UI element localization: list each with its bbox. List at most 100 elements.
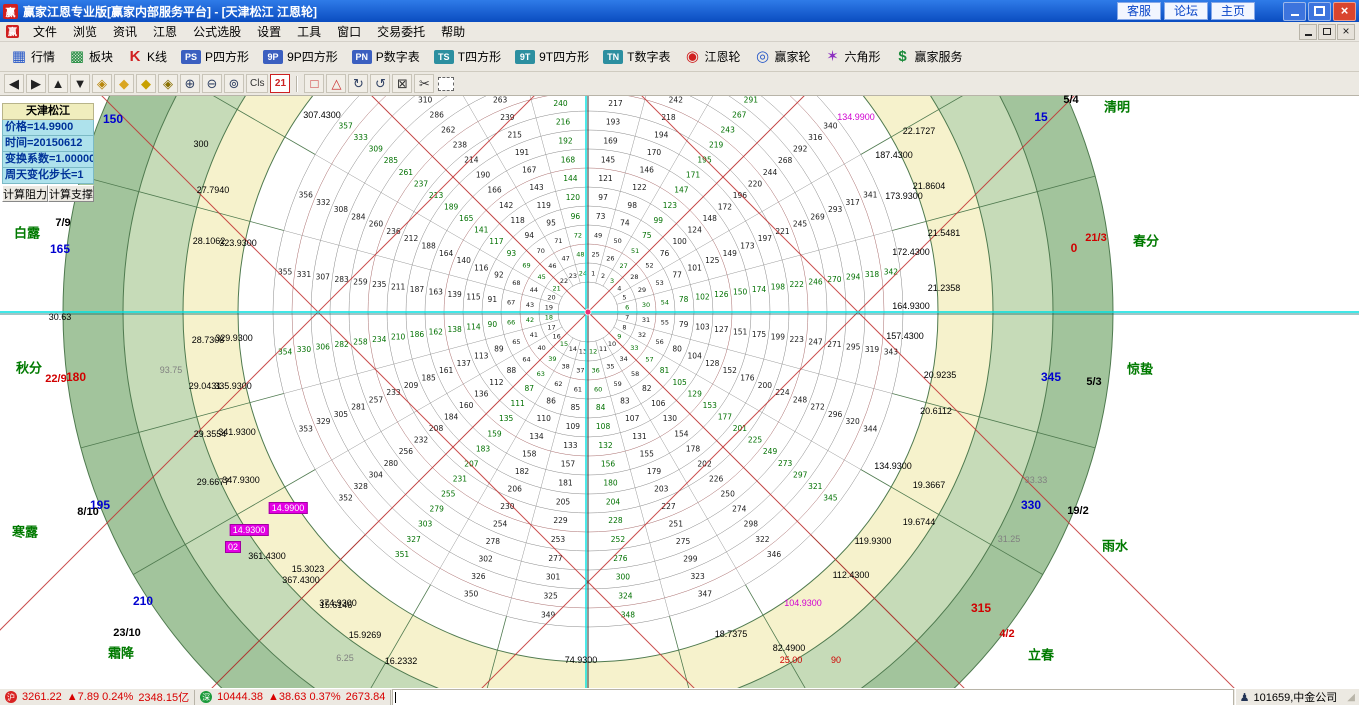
svg-text:67: 67 — [507, 298, 515, 306]
tool-zoom-out[interactable]: ⊖ — [202, 74, 222, 93]
menu-item-1[interactable]: 文件 — [25, 21, 65, 42]
svg-text:68: 68 — [512, 279, 520, 287]
minimize-button[interactable] — [1283, 2, 1306, 21]
sectors-icon: ▩ — [69, 49, 85, 65]
shanghai-index-volume: 2348.15亿 — [138, 689, 189, 705]
svg-text:78: 78 — [679, 295, 689, 304]
resize-grip-icon[interactable]: ◢ — [1347, 692, 1355, 703]
forum-button[interactable]: 论坛 — [1164, 2, 1208, 20]
menu-item-9[interactable]: 交易委托 — [369, 21, 433, 42]
svg-text:142: 142 — [499, 201, 514, 210]
restore-button[interactable] — [1308, 2, 1331, 21]
toolbar-item-t-table[interactable]: TNT数字表 — [596, 44, 677, 69]
toolbar-item-9p-square[interactable]: 9P9P四方形 — [256, 44, 345, 69]
menu-item-4[interactable]: 江恩 — [145, 21, 185, 42]
mdi-restore-button[interactable] — [1318, 24, 1336, 40]
svg-text:116: 116 — [474, 263, 489, 272]
svg-text:125: 125 — [705, 256, 720, 265]
svg-text:298: 298 — [744, 520, 759, 529]
svg-text:1: 1 — [591, 269, 595, 277]
tool-diamond-2[interactable]: ◆ — [114, 74, 134, 93]
toolbar-item-sectors[interactable]: ▩板块 — [62, 44, 120, 69]
svg-text:253: 253 — [551, 535, 566, 544]
toolbar-item-winner-service[interactable]: $赢家服务 — [888, 44, 970, 69]
status-command-input[interactable] — [392, 689, 1233, 705]
menu-item-5[interactable]: 公式选股 — [185, 21, 249, 42]
svg-text:348: 348 — [621, 610, 636, 619]
svg-text:246: 246 — [808, 278, 823, 287]
svg-text:327: 327 — [406, 535, 421, 544]
menu-item-2[interactable]: 浏览 — [65, 21, 105, 42]
svg-text:352: 352 — [338, 493, 353, 502]
mdi-minimize-button[interactable] — [1299, 24, 1317, 40]
toolbar-item-quotes[interactable]: ▦行情 — [4, 44, 62, 69]
winner-service-icon: $ — [895, 49, 911, 65]
tool-rotate-cw[interactable]: ↻ — [348, 74, 368, 93]
tool-zoom-reset[interactable]: ⊚ — [224, 74, 244, 93]
svg-text:328: 328 — [354, 482, 369, 491]
tool-calendar-21[interactable]: 21 — [270, 74, 290, 93]
menu-item-7[interactable]: 工具 — [289, 21, 329, 42]
svg-text:79: 79 — [679, 320, 689, 329]
svg-text:259: 259 — [353, 278, 368, 287]
close-button[interactable] — [1333, 2, 1356, 21]
svg-text:215: 215 — [508, 131, 523, 140]
svg-text:321: 321 — [808, 482, 823, 491]
toolbar-item-winner-wheel[interactable]: ◎赢家轮 — [747, 44, 817, 69]
svg-text:346: 346 — [767, 550, 782, 559]
toolbar-item-t-square[interactable]: TST四方形 — [427, 44, 508, 69]
svg-text:93: 93 — [507, 249, 517, 258]
tool-back[interactable]: ◀ — [4, 74, 24, 93]
svg-text:267: 267 — [732, 110, 747, 119]
mdi-close-button[interactable] — [1337, 24, 1355, 40]
gann-wheel-icon: ◉ — [684, 49, 700, 65]
toolbar-item-kline[interactable]: KK线 — [120, 44, 174, 69]
svg-text:62: 62 — [554, 380, 562, 388]
svg-text:345: 345 — [823, 493, 838, 502]
tool-pointer[interactable]: ▲ — [48, 74, 68, 93]
menu-item-3[interactable]: 资讯 — [105, 21, 145, 42]
tool-cls[interactable]: Cls — [246, 74, 268, 93]
toolbar-item-gann-wheel[interactable]: ◉江恩轮 — [677, 44, 747, 69]
tool-diamond-1[interactable]: ◈ — [92, 74, 112, 93]
calc-support-button[interactable]: 计算支撑 — [48, 185, 94, 202]
toolbar-item-p-table[interactable]: PNP数字表 — [345, 44, 427, 69]
homepage-button[interactable]: 主页 — [1211, 2, 1255, 20]
tool-rect-tool[interactable]: □ — [304, 74, 324, 93]
toolbar-item-9t-square[interactable]: 9T9T四方形 — [508, 44, 596, 69]
tool-diamond-3[interactable]: ◆ — [136, 74, 156, 93]
toolbar-label: T数字表 — [627, 48, 670, 65]
svg-text:193: 193 — [606, 118, 621, 127]
tool-delete-box[interactable]: ⊠ — [392, 74, 412, 93]
tool-diamond-4[interactable]: ◈ — [158, 74, 178, 93]
calc-resistance-button[interactable]: 计算阻力 — [2, 185, 48, 202]
menu-item-10[interactable]: 帮助 — [433, 21, 473, 42]
customer-service-button[interactable]: 客服 — [1117, 2, 1161, 20]
svg-text:189: 189 — [444, 202, 459, 211]
tool-selection[interactable] — [438, 77, 454, 91]
menu-item-8[interactable]: 窗口 — [329, 21, 369, 42]
tool-forward[interactable]: ▶ — [26, 74, 46, 93]
svg-text:279: 279 — [430, 505, 445, 514]
tool-filter[interactable]: ▼ — [70, 74, 90, 93]
svg-text:135: 135 — [499, 414, 514, 423]
svg-text:52: 52 — [645, 261, 653, 269]
shenzhen-index-value: 10444.38 — [217, 691, 263, 703]
svg-text:260: 260 — [369, 220, 384, 229]
svg-text:291: 291 — [744, 96, 759, 104]
menu-item-6[interactable]: 设置 — [249, 21, 289, 42]
tool-rotate-ccw[interactable]: ↺ — [370, 74, 390, 93]
tool-scissors[interactable]: ✂ — [414, 74, 434, 93]
svg-text:351: 351 — [395, 550, 410, 559]
toolbar-item-hexagon[interactable]: ✶六角形 — [818, 44, 888, 69]
toolbar-item-p-square[interactable]: PSP四方形 — [174, 44, 256, 69]
svg-text:200: 200 — [758, 381, 773, 390]
tool-zoom-in[interactable]: ⊕ — [180, 74, 200, 93]
svg-text:305: 305 — [334, 410, 349, 419]
gann-wheel-chart[interactable]: 1234567891011121314151617181920212223242… — [0, 96, 1359, 688]
svg-text:301: 301 — [546, 573, 561, 582]
svg-text:19: 19 — [545, 303, 553, 311]
svg-text:163: 163 — [429, 287, 444, 296]
svg-text:228: 228 — [608, 516, 623, 525]
tool-triangle-tool[interactable]: △ — [326, 74, 346, 93]
